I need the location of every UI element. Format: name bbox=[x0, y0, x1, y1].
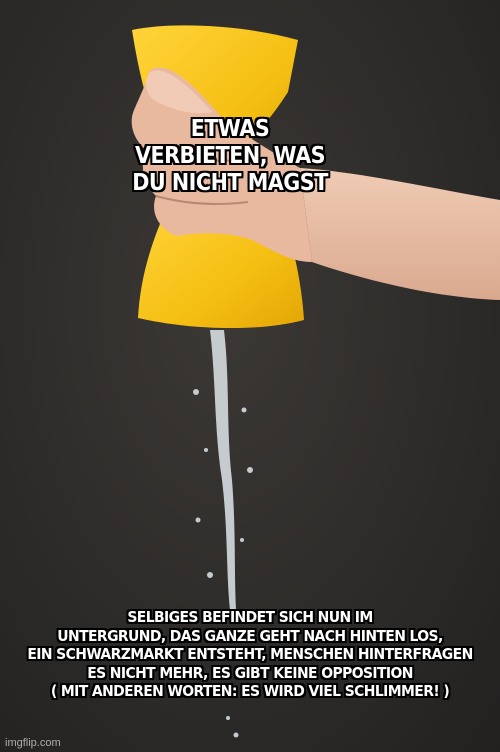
bottom-caption: SELBIGES BEFINDET SICH NUN IM UNTERGRUND… bbox=[27, 608, 473, 701]
watermark: imgflip.com bbox=[5, 737, 61, 749]
meme-canvas: ETWAS VERBIETEN, WAS DU NICHT MAGST SELB… bbox=[0, 0, 500, 752]
top-caption: ETWAS VERBIETEN, WAS DU NICHT MAGST bbox=[132, 116, 328, 197]
